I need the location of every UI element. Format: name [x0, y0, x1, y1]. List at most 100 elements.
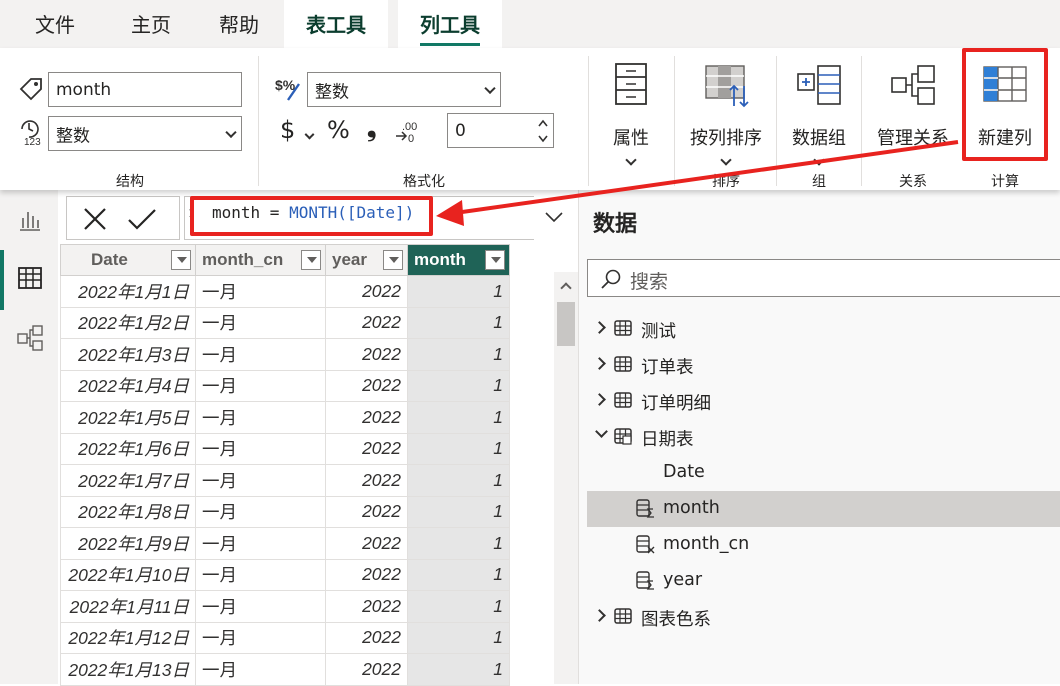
cell-date[interactable]: 2022年1月9日 — [60, 527, 196, 560]
cell-year[interactable]: 2022 — [325, 653, 408, 686]
table-row[interactable]: 2022年1月10日 一月 2022 1 — [60, 558, 510, 591]
filter-dropdown-icon[interactable] — [171, 250, 191, 270]
cell-month[interactable]: 1 — [407, 527, 510, 560]
cell-month[interactable]: 1 — [407, 495, 510, 528]
report-view-icon[interactable] — [16, 206, 44, 234]
sort-by-column-button[interactable]: 按列排序 — [680, 60, 772, 170]
cell-month-cn[interactable]: 一月 — [195, 369, 326, 402]
cell-month[interactable]: 1 — [407, 621, 510, 654]
cell-month[interactable]: 1 — [407, 401, 510, 434]
field-date[interactable]: Date — [587, 455, 1060, 491]
properties-button[interactable]: 属性 — [598, 60, 664, 170]
cell-month[interactable]: 1 — [407, 369, 510, 402]
cell-year[interactable]: 2022 — [325, 306, 408, 339]
chevron-right-icon[interactable] — [593, 393, 606, 406]
tree-item-orders[interactable]: 订单表 — [587, 347, 1060, 383]
column-header-month-cn[interactable]: month_cn — [195, 244, 326, 276]
tab-file[interactable]: 文件 — [12, 0, 98, 48]
vertical-scrollbar[interactable] — [554, 272, 578, 684]
tree-item-date-table[interactable]: 日期表 — [587, 419, 1060, 455]
cell-month-cn[interactable]: 一月 — [195, 306, 326, 339]
scroll-up-icon[interactable] — [560, 282, 572, 294]
comma-button[interactable]: ❟ — [367, 114, 376, 142]
chevron-right-icon[interactable] — [593, 321, 606, 334]
currency-dropdown-icon[interactable] — [304, 129, 315, 140]
cell-year[interactable]: 2022 — [325, 495, 408, 528]
cell-year[interactable]: 2022 — [325, 338, 408, 371]
cell-month[interactable]: 1 — [407, 338, 510, 371]
filter-dropdown-icon[interactable] — [301, 250, 321, 270]
cell-month-cn[interactable]: 一月 — [195, 495, 326, 528]
data-group-button[interactable]: 数据组 — [782, 60, 856, 170]
cell-month-cn[interactable]: 一月 — [195, 558, 326, 591]
column-name-field[interactable]: month — [48, 72, 242, 107]
filter-dropdown-icon[interactable] — [485, 250, 505, 270]
cell-month[interactable]: 1 — [407, 590, 510, 623]
percent-button[interactable]: % — [327, 116, 350, 144]
cell-year[interactable]: 2022 — [325, 432, 408, 465]
cell-month[interactable]: 1 — [407, 275, 510, 308]
search-input[interactable]: 搜索 — [587, 259, 1060, 297]
scrollbar-thumb[interactable] — [557, 302, 575, 346]
cell-date[interactable]: 2022年1月1日 — [60, 275, 196, 308]
cell-year[interactable]: 2022 — [325, 401, 408, 434]
tab-home[interactable]: 主页 — [108, 0, 194, 48]
cell-date[interactable]: 2022年1月4日 — [60, 369, 196, 402]
cell-month-cn[interactable]: 一月 — [195, 653, 326, 686]
cell-month-cn[interactable]: 一月 — [195, 275, 326, 308]
currency-button[interactable]: $ — [280, 116, 295, 144]
tree-item-order-details[interactable]: 订单明细 — [587, 383, 1060, 419]
cell-year[interactable]: 2022 — [325, 621, 408, 654]
cell-date[interactable]: 2022年1月12日 — [60, 621, 196, 654]
field-month[interactable]: month — [587, 491, 1060, 527]
table-row[interactable]: 2022年1月12日 一月 2022 1 — [60, 621, 510, 654]
decimals-stepper[interactable]: 0 — [447, 113, 554, 148]
expand-formula-button[interactable] — [534, 196, 574, 240]
commit-formula-icon[interactable] — [127, 207, 157, 231]
table-row[interactable]: 2022年1月7日 一月 2022 1 — [60, 464, 510, 497]
cell-month[interactable]: 1 — [407, 432, 510, 465]
table-view-icon[interactable] — [16, 264, 44, 292]
cell-date[interactable]: 2022年1月5日 — [60, 401, 196, 434]
chevron-down-icon[interactable] — [595, 425, 608, 438]
table-row[interactable]: 2022年1月1日 一月 2022 1 — [60, 275, 510, 308]
table-row[interactable]: 2022年1月6日 一月 2022 1 — [60, 432, 510, 465]
field-month-cn[interactable]: month_cn — [587, 527, 1060, 563]
table-row[interactable]: 2022年1月8日 一月 2022 1 — [60, 495, 510, 528]
cell-year[interactable]: 2022 — [325, 464, 408, 497]
cell-month-cn[interactable]: 一月 — [195, 338, 326, 371]
table-row[interactable]: 2022年1月3日 一月 2022 1 — [60, 338, 510, 371]
table-row[interactable]: 2022年1月9日 一月 2022 1 — [60, 527, 510, 560]
tab-table-tools[interactable]: 表工具 — [284, 0, 388, 48]
cell-month-cn[interactable]: 一月 — [195, 401, 326, 434]
cell-month[interactable]: 1 — [407, 306, 510, 339]
cell-month[interactable]: 1 — [407, 464, 510, 497]
cell-month[interactable]: 1 — [407, 558, 510, 591]
cell-year[interactable]: 2022 — [325, 558, 408, 591]
cell-year[interactable]: 2022 — [325, 275, 408, 308]
field-year[interactable]: year — [587, 563, 1060, 599]
filter-dropdown-icon[interactable] — [383, 250, 403, 270]
cell-date[interactable]: 2022年1月10日 — [60, 558, 196, 591]
cell-month[interactable]: 1 — [407, 653, 510, 686]
table-row[interactable]: 2022年1月5日 一月 2022 1 — [60, 401, 510, 434]
tree-item-test[interactable]: 测试 — [587, 311, 1060, 347]
cell-year[interactable]: 2022 — [325, 369, 408, 402]
cell-month-cn[interactable]: 一月 — [195, 527, 326, 560]
data-type-select[interactable]: 整数 — [48, 116, 242, 151]
decimal-places-icon[interactable]: .00 0 — [392, 118, 422, 144]
chevron-right-icon[interactable] — [593, 609, 606, 622]
column-header-date[interactable]: Date — [60, 244, 196, 276]
cell-date[interactable]: 2022年1月13日 — [60, 653, 196, 686]
cell-date[interactable]: 2022年1月8日 — [60, 495, 196, 528]
cancel-formula-icon[interactable] — [83, 207, 107, 231]
cell-month-cn[interactable]: 一月 — [195, 590, 326, 623]
cell-date[interactable]: 2022年1月11日 — [60, 590, 196, 623]
table-row[interactable]: 2022年1月2日 一月 2022 1 — [60, 306, 510, 339]
tab-column-tools[interactable]: 列工具 — [398, 0, 502, 48]
table-row[interactable]: 2022年1月4日 一月 2022 1 — [60, 369, 510, 402]
tree-item-chart-colors[interactable]: 图表色系 — [587, 599, 1060, 635]
table-row[interactable]: 2022年1月13日 一月 2022 1 — [60, 653, 510, 686]
column-header-month[interactable]: month — [407, 244, 510, 276]
cell-date[interactable]: 2022年1月7日 — [60, 464, 196, 497]
